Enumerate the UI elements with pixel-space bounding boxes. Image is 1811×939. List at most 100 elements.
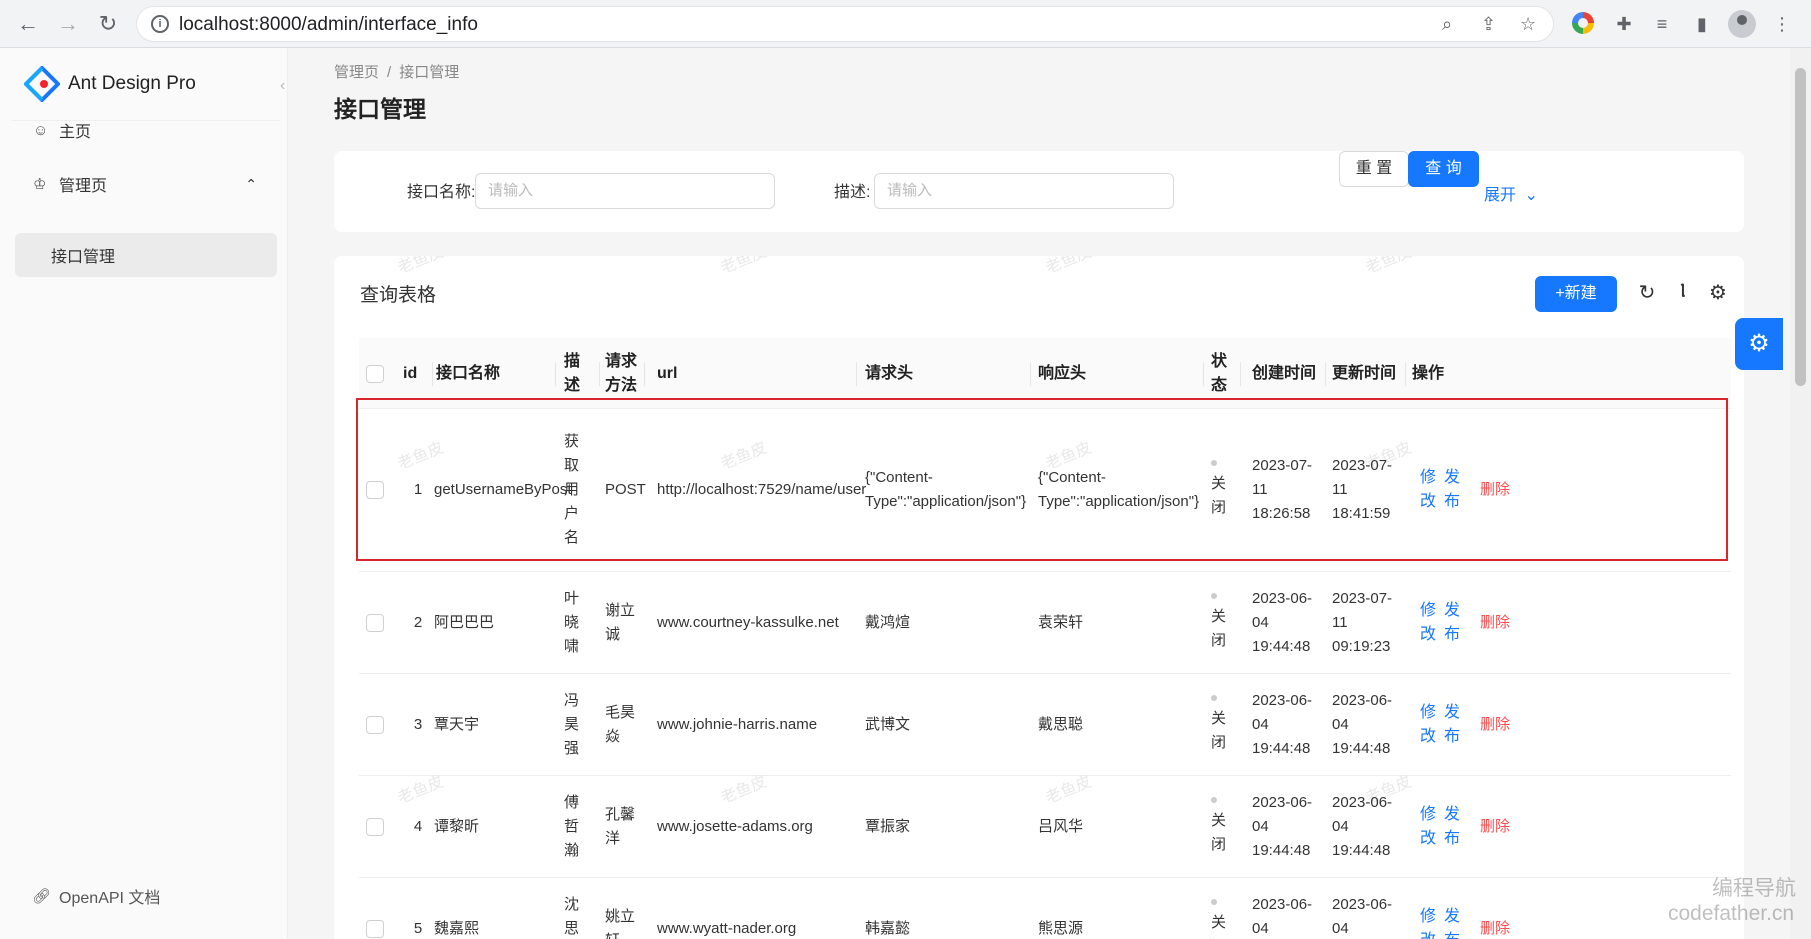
side-panel-icon[interactable]: ▮ — [1690, 12, 1714, 36]
publish-link[interactable]: 发 布 — [1444, 466, 1460, 514]
delete-link[interactable]: 删除 — [1480, 713, 1510, 737]
column-divider — [1325, 362, 1326, 386]
row-checkbox[interactable] — [366, 715, 384, 734]
col-id[interactable]: id — [403, 338, 433, 409]
reset-button[interactable]: 重 置 — [1339, 151, 1409, 187]
main-content: 管理页 / 接口管理 接口管理 接口名称: 请输入 描述: 请输入 重 置 查 询 … — [289, 48, 1783, 939]
new-button[interactable]: +新建 — [1535, 276, 1617, 312]
forward-icon[interactable]: → — [54, 10, 82, 38]
col-url[interactable]: url — [657, 338, 857, 409]
extensions-puzzle-icon[interactable]: ✚ — [1612, 12, 1636, 36]
cell-ops: 修 改发 布 删除 — [1412, 572, 1532, 673]
expand-link[interactable]: 展开 ⌄ — [1484, 181, 1538, 205]
scrollbar-thumb[interactable] — [1795, 68, 1806, 386]
cell-desc: 沈 思 聪 — [564, 878, 600, 939]
edit-link[interactable]: 修 改 — [1420, 905, 1436, 939]
address-bar[interactable]: i localhost:8000/admin/interface_info ⌕ … — [136, 6, 1554, 42]
cell-desc-text: 傅 哲 瀚 — [564, 793, 580, 859]
reload-icon[interactable]: ↻ — [1635, 280, 1659, 305]
col-status[interactable]: 状 态 — [1211, 338, 1241, 409]
cell-created: 2023-07- 11 18:26:58 — [1252, 409, 1332, 571]
share-icon[interactable]: ⇪ — [1481, 14, 1496, 35]
openapi-doc-link[interactable]: 🔗︎ OpenAPI 文档 — [32, 884, 160, 908]
delete-link[interactable]: 删除 — [1480, 815, 1510, 839]
cell-desc: 叶 晓 啸 — [564, 572, 600, 673]
bookmark-star-icon[interactable]: ☆ — [1520, 14, 1536, 35]
more-menu-icon[interactable]: ⋮ — [1770, 12, 1794, 36]
delete-link[interactable]: 删除 — [1480, 478, 1510, 502]
sidebar-item-admin[interactable]: ♔ 管理页 ⌃ — [15, 162, 277, 206]
cell-url: www.wyatt-nader.org — [657, 878, 865, 939]
row-checkbox[interactable] — [366, 481, 384, 499]
status-text: 关 闭 — [1211, 811, 1227, 853]
query-button[interactable]: 查 询 — [1408, 151, 1479, 187]
status-dot — [1211, 694, 1217, 701]
sidebar-item-label: 接口管理 — [51, 249, 116, 266]
url-text[interactable]: localhost:8000/admin/interface_info — [179, 14, 478, 36]
back-icon[interactable]: ← — [14, 10, 42, 38]
col-method-label: 请求 方法 — [605, 352, 638, 394]
reading-list-icon[interactable]: ≡ — [1650, 12, 1674, 36]
zoom-icon[interactable]: ⌕ — [1442, 14, 1452, 35]
cell-method: 孔馨 洋 — [605, 776, 653, 877]
col-desc[interactable]: 描 述 — [564, 338, 600, 409]
row-checkbox[interactable] — [366, 817, 384, 836]
delete-link[interactable]: 删除 — [1480, 611, 1510, 635]
cell-name: 覃天宇 — [434, 674, 564, 775]
cell-name: 魏嘉熙 — [434, 878, 564, 939]
cell-updated-text: 2023-07- 11 09:19:23 — [1332, 589, 1393, 655]
row-checkbox[interactable] — [366, 613, 384, 632]
col-req[interactable]: 请求头 — [865, 338, 1031, 409]
watermark: 老鱼皮 — [395, 256, 447, 278]
publish-link[interactable]: 发 布 — [1444, 905, 1460, 939]
column-height-icon[interactable]: Ⲓ — [1671, 280, 1695, 303]
col-ops: 操作 — [1412, 338, 1492, 409]
edit-link[interactable]: 修 改 — [1420, 466, 1436, 514]
cell-req: 覃振家 — [865, 776, 1037, 877]
column-divider — [1203, 362, 1204, 386]
col-resp[interactable]: 响应头 — [1038, 338, 1204, 409]
reload-icon[interactable]: ↻ — [94, 10, 122, 38]
cell-resp: {"Content- Type":"application/json"} — [1038, 409, 1210, 571]
cell-name-text: getUsernameByPost — [434, 481, 572, 498]
page-scrollbar[interactable] — [1790, 48, 1811, 939]
column-divider — [644, 362, 645, 386]
name-search-input[interactable]: 请输入 — [475, 173, 775, 209]
col-method[interactable]: 请求 方法 — [605, 338, 645, 409]
cell-resp: 戴思聪 — [1038, 674, 1210, 775]
cell-name-text: 魏嘉熙 — [434, 919, 480, 937]
table-row: 3 覃天宇 冯 昊 强 毛昊 焱 www.johnie-harris.name 武博文 戴思… — [359, 674, 1731, 776]
col-created[interactable]: 创建时间 — [1252, 338, 1326, 409]
col-name-label: 接口名称 — [436, 364, 501, 382]
select-all-checkbox[interactable] — [366, 364, 384, 383]
setting-icon[interactable]: ⚙ — [1706, 280, 1730, 305]
breadcrumb-root[interactable]: 管理页 — [334, 64, 379, 81]
desc-search-input[interactable]: 请输入 — [874, 173, 1174, 209]
cell-resp-text: {"Content- Type":"application/json"} — [1038, 469, 1200, 510]
cell-req: {"Content- Type":"application/json"} — [865, 409, 1037, 571]
col-updated[interactable]: 更新时间 — [1332, 338, 1406, 409]
sidebar-item-home[interactable]: ☺ 主页 — [15, 108, 277, 152]
cell-url: www.josette-adams.org — [657, 776, 865, 877]
cell-updated: 2023-06- 04 19:44:48 — [1332, 878, 1412, 939]
row-checkbox[interactable] — [366, 919, 384, 938]
app-logo[interactable]: Ant Design Pro — [24, 66, 196, 102]
edit-link[interactable]: 修 改 — [1420, 701, 1436, 749]
publish-link[interactable]: 发 布 — [1444, 701, 1460, 749]
theme-settings-button[interactable]: ⚙ — [1735, 318, 1783, 370]
col-name[interactable]: 接口名称 — [434, 338, 556, 409]
site-info-icon[interactable]: i — [151, 15, 169, 33]
publish-link[interactable]: 发 布 — [1444, 803, 1460, 851]
profile-avatar-icon[interactable] — [1728, 10, 1756, 38]
cell-id-text: 5 — [413, 919, 423, 937]
chrome-extension-icon[interactable] — [1572, 12, 1594, 34]
edit-link[interactable]: 修 改 — [1420, 599, 1436, 647]
delete-link[interactable]: 删除 — [1480, 917, 1510, 939]
table-card: 查询表格 +新建 ↻ Ⲓ ⚙ id 接口名称 描 述 请求 方法 url 请求头… — [334, 256, 1744, 939]
cell-id-text: 3 — [413, 715, 423, 733]
edit-link[interactable]: 修 改 — [1420, 803, 1436, 851]
column-divider — [1240, 362, 1241, 386]
sidebar-item-interface-manage[interactable]: 接口管理 — [15, 233, 277, 277]
publish-link[interactable]: 发 布 — [1444, 599, 1460, 647]
cell-method-text: 姚立 轩 — [605, 907, 636, 939]
